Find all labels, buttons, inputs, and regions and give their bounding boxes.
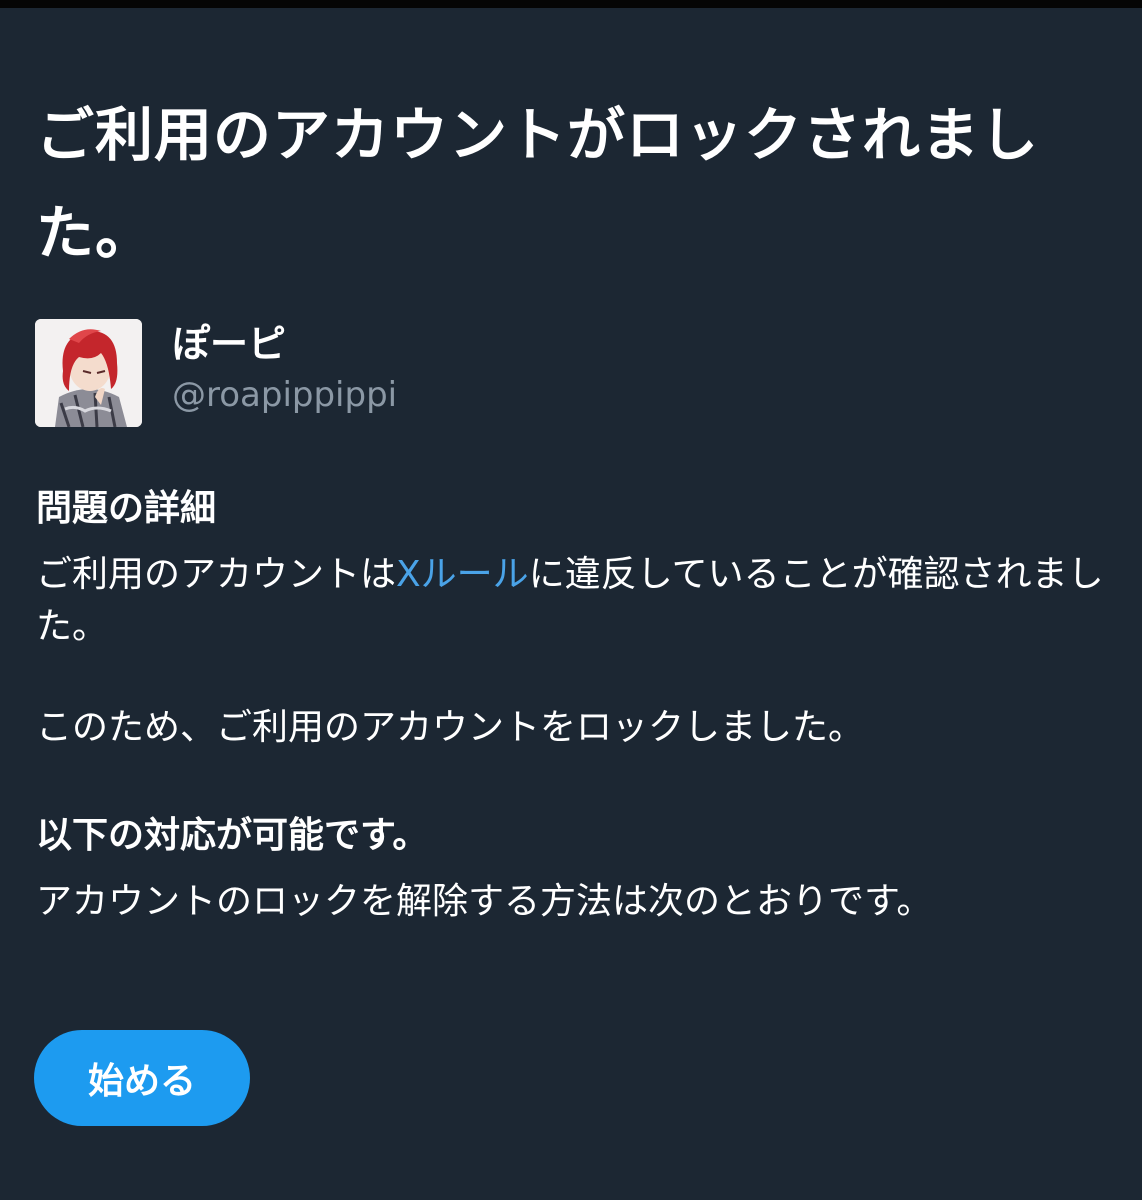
start-button[interactable]: 始める (34, 1030, 250, 1126)
page-title: ご利用のアカウントがロックされました。 (36, 101, 1040, 267)
violation-text: ご利用のアカウントはXルールに違反していることが確認されました。 (36, 549, 1106, 653)
issue-details-heading: 問題の詳細 (36, 488, 217, 529)
violation-prefix: ご利用のアカウントは (36, 554, 397, 595)
unlock-description: アカウントのロックを解除する方法は次のとおりです。 (36, 881, 933, 922)
locked-statement: このため、ご利用のアカウントをロックしました。 (36, 707, 865, 748)
available-actions-heading: 以下の対応が可能です。 (36, 815, 429, 856)
avatar (35, 319, 142, 427)
display-name: ぽーピ (172, 322, 287, 366)
account-handle: @roapippippi (172, 375, 398, 415)
account-card: ぽーピ @roapippippi (35, 319, 835, 427)
top-status-strip (0, 0, 1142, 8)
x-rules-link[interactable]: Xルール (396, 554, 529, 595)
user-avatar-icon (35, 319, 142, 427)
